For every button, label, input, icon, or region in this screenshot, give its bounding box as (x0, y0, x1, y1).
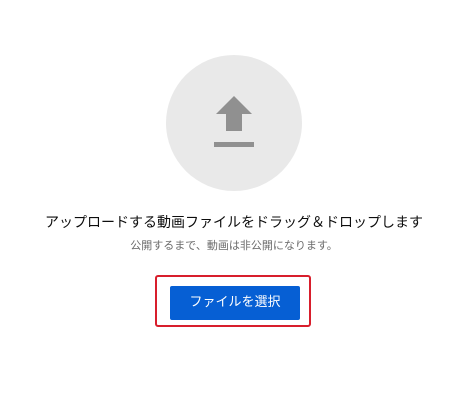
upload-privacy-note: 公開するまで、動画は非公開になります。 (130, 239, 338, 252)
upload-drop-zone[interactable] (166, 55, 302, 191)
upload-dialog: アップロードする動画ファイルをドラッグ＆ドロップします 公開するまで、動画は非公… (0, 0, 468, 395)
upload-arrow-icon (214, 96, 254, 147)
select-file-button[interactable]: ファイルを選択 (170, 286, 300, 320)
upload-headline: アップロードする動画ファイルをドラッグ＆ドロップします (45, 215, 423, 231)
